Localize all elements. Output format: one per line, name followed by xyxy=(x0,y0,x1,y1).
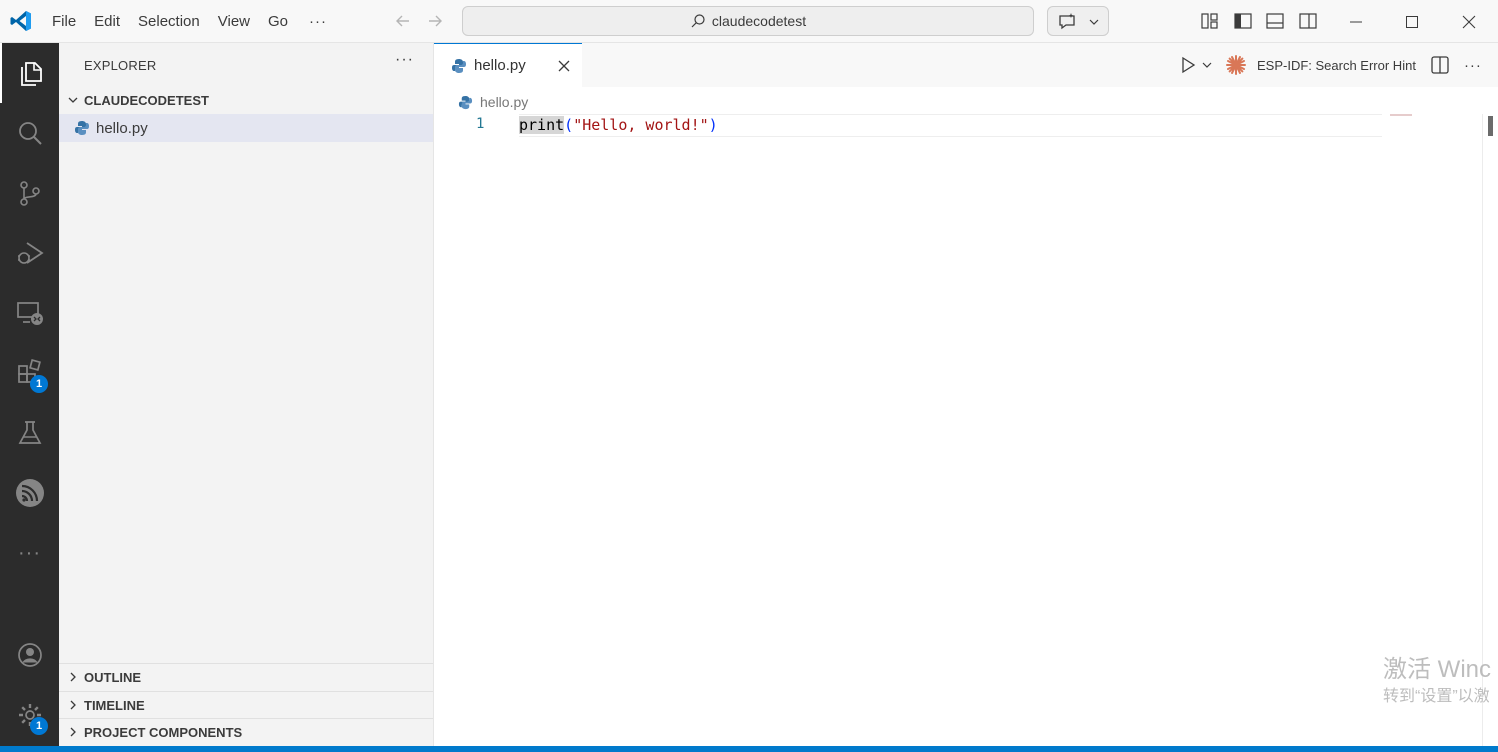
python-file-icon xyxy=(75,121,89,135)
menu-view[interactable]: View xyxy=(209,0,259,43)
remote-explorer-icon xyxy=(16,302,43,325)
breadcrumb[interactable]: hello.py xyxy=(458,92,528,112)
code-line[interactable]: print("Hello, world!") xyxy=(519,116,718,134)
activity-remote-explorer[interactable] xyxy=(0,283,59,343)
editor-actions: ESP-IDF: Search Error Hint ··· xyxy=(1179,43,1482,87)
run-debug-icon xyxy=(17,242,44,264)
copilot-chat-button[interactable] xyxy=(1047,6,1109,36)
forward-arrow-icon[interactable] xyxy=(425,11,445,31)
maximize-button[interactable] xyxy=(1389,0,1435,43)
activity-explorer[interactable] xyxy=(0,43,59,103)
split-editor-icon[interactable] xyxy=(1430,55,1450,75)
toggle-panel-icon[interactable] xyxy=(1265,11,1285,31)
toggle-primary-sidebar-icon[interactable] xyxy=(1233,11,1253,31)
activity-search[interactable] xyxy=(0,103,59,163)
copilot-icon xyxy=(1059,13,1075,30)
activity-bar: 1 ··· 1 xyxy=(0,43,59,746)
pane-project-components-label: PROJECT COMPONENTS xyxy=(84,724,243,740)
activity-testing[interactable] xyxy=(0,403,59,463)
esp-idf-icon xyxy=(15,479,44,507)
chevron-down-icon[interactable] xyxy=(1201,59,1213,71)
minimize-button[interactable] xyxy=(1333,0,1379,43)
token-paren-close: ) xyxy=(708,116,718,134)
activity-extensions[interactable]: 1 xyxy=(0,343,59,403)
activity-esp-idf[interactable] xyxy=(0,463,59,523)
more-icon: ··· xyxy=(18,541,41,564)
chevron-down-icon xyxy=(68,97,78,103)
folder-name: CLAUDECODETEST xyxy=(84,92,209,108)
search-box-text: claudecodetest xyxy=(711,13,807,29)
search-icon xyxy=(18,122,42,145)
editor-tab-hello-py[interactable]: hello.py xyxy=(434,43,582,87)
breadcrumb-file: hello.py xyxy=(480,94,529,110)
pane-outline[interactable]: OUTLINE xyxy=(59,663,433,690)
source-control-icon xyxy=(19,181,40,206)
close-icon xyxy=(1462,15,1476,28)
claude-icon[interactable] xyxy=(1225,54,1247,76)
chevron-right-icon xyxy=(70,700,76,710)
menu-more-icon[interactable]: ··· xyxy=(297,13,339,30)
maximize-icon xyxy=(1406,15,1418,28)
python-file-icon xyxy=(458,95,473,109)
vscode-logo-icon[interactable] xyxy=(9,9,33,33)
sidebar-more-icon[interactable]: ··· xyxy=(395,51,414,69)
testing-icon xyxy=(18,421,41,444)
manage-badge: 1 xyxy=(30,717,48,735)
toggle-secondary-sidebar-icon[interactable] xyxy=(1298,11,1318,31)
esp-idf-search-error-hint[interactable]: ESP-IDF: Search Error Hint xyxy=(1257,58,1416,73)
tab-label: hello.py xyxy=(474,57,526,74)
activity-source-control[interactable] xyxy=(0,163,59,223)
menu-file[interactable]: File xyxy=(43,0,85,43)
menu-go[interactable]: Go xyxy=(259,0,297,43)
status-bar xyxy=(0,746,1498,752)
folder-header[interactable]: CLAUDECODETEST xyxy=(59,89,433,111)
close-window-button[interactable] xyxy=(1446,0,1492,43)
activity-more[interactable]: ··· xyxy=(0,523,59,583)
pane-timeline[interactable]: TIMELINE xyxy=(59,691,433,718)
sidebar-title: EXPLORER xyxy=(84,58,157,73)
chevron-right-icon xyxy=(70,672,76,682)
explorer-sidebar: EXPLORER ··· CLAUDECODETEST hello.py OUT… xyxy=(59,43,434,746)
search-icon xyxy=(691,14,705,28)
file-name: hello.py xyxy=(96,119,148,137)
scrollbar-thumb[interactable] xyxy=(1488,116,1493,136)
menu-edit[interactable]: Edit xyxy=(85,0,129,43)
chevron-right-icon xyxy=(70,727,76,737)
pane-project-components[interactable]: PROJECT COMPONENTS xyxy=(59,718,433,745)
windows-activation-watermark: 激活 Winc xyxy=(1383,656,1491,683)
pane-timeline-label: TIMELINE xyxy=(84,697,145,713)
account-icon xyxy=(17,643,42,667)
menu-selection[interactable]: Selection xyxy=(129,0,209,43)
activity-manage[interactable]: 1 xyxy=(0,685,59,745)
title-bar: File Edit Selection View Go ··· claudeco… xyxy=(0,0,1498,43)
customize-layout-icon[interactable] xyxy=(1200,11,1220,31)
command-center-search[interactable]: claudecodetest xyxy=(462,6,1034,36)
editor-tab-bar: hello.py ESP-IDF: Search Error Hint ··· xyxy=(434,43,1498,87)
token-string: "Hello, world!" xyxy=(573,116,709,134)
close-icon[interactable] xyxy=(556,58,572,74)
explorer-icon xyxy=(20,62,42,86)
chevron-down-icon xyxy=(1089,19,1099,25)
token-function: print xyxy=(519,116,565,134)
minimap[interactable] xyxy=(1390,114,1412,116)
code-editor[interactable]: 1 print("Hello, world!") xyxy=(434,114,1482,746)
activity-accounts[interactable] xyxy=(0,625,59,685)
run-icon[interactable] xyxy=(1179,56,1197,74)
editor-more-icon[interactable]: ··· xyxy=(1464,57,1482,74)
minimize-icon xyxy=(1350,21,1362,22)
python-file-icon xyxy=(452,58,466,73)
menu-bar: File Edit Selection View Go ··· xyxy=(43,0,339,43)
line-number: 1 xyxy=(476,116,485,132)
activity-run-debug[interactable] xyxy=(0,223,59,283)
back-arrow-icon[interactable] xyxy=(393,11,413,31)
windows-activation-hint: 转到“设置”以激 xyxy=(1383,688,1490,705)
token-paren-open: ( xyxy=(564,116,574,134)
file-item-hello-py[interactable]: hello.py xyxy=(59,114,433,142)
extensions-badge: 1 xyxy=(30,375,48,393)
pane-outline-label: OUTLINE xyxy=(84,669,142,685)
